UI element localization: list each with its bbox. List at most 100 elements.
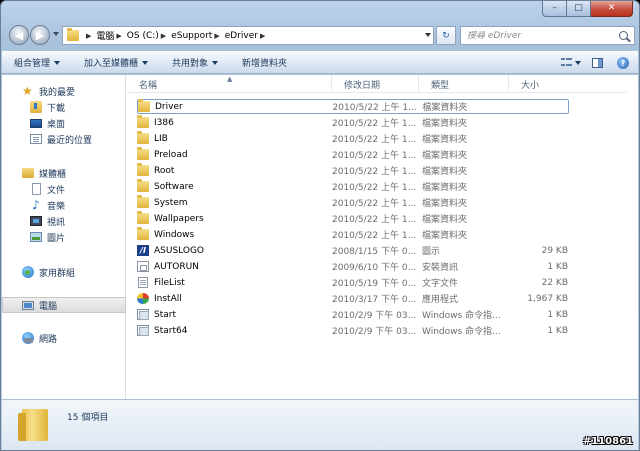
folder-icon — [137, 195, 149, 208]
file-name: InstAll — [154, 293, 182, 304]
back-button[interactable]: ◀ — [9, 25, 29, 45]
help-button[interactable]: ? — [614, 55, 632, 71]
picture-icon — [30, 232, 42, 242]
search-icon[interactable] — [619, 31, 628, 40]
breadcrumb-item-edriver[interactable]: eDriver — [225, 31, 258, 41]
column-name[interactable]: 名稱 ▲ — [127, 75, 332, 93]
table-row[interactable]: Root 2010/5/22 上午 1... 檔案資料夾 — [137, 163, 569, 178]
file-date: 2010/2/9 下午 03... — [332, 311, 417, 321]
minimize-button[interactable]: – — [542, 1, 567, 17]
file-date: 2009/6/10 下午 0... — [332, 263, 417, 273]
column-date-label: 修改日期 — [344, 80, 381, 91]
table-row[interactable]: System 2010/5/22 上午 1... 檔案資料夾 — [137, 195, 569, 210]
file-name: ASUSLOGO — [154, 245, 205, 256]
sidebar-item-network[interactable]: 網路 — [2, 330, 126, 346]
file-date: 2010/3/17 下午 0... — [332, 295, 417, 305]
item-count: 15 個項目 — [67, 413, 109, 423]
file-name-cell: AUTORUN — [137, 261, 332, 272]
sidebar-item-recent-places[interactable]: 最近的位置 — [2, 131, 126, 147]
change-view-button[interactable] — [561, 55, 581, 71]
search-input[interactable] — [467, 30, 612, 41]
share-with-button[interactable]: 共用對象 — [172, 56, 219, 69]
file-name-cell: Start64 — [137, 325, 332, 336]
navigation-bar: ◀ ▶ ▶ 電腦 ▶ OS (C:) ▶ eSupport ▶ eDriver … — [7, 23, 635, 47]
sidebar-item-desktop[interactable]: 桌面 — [2, 115, 126, 131]
sidebar-item-homegroup[interactable]: 家用群組 — [2, 264, 126, 280]
sidebar-item-music[interactable]: ♪ 音樂 — [2, 197, 126, 213]
breadcrumb-chevron-icon[interactable]: ▶ — [214, 32, 219, 40]
file-name-cell: FileList — [137, 277, 332, 288]
new-folder-button[interactable]: 新增資料夾 — [242, 56, 287, 69]
back-arrow-icon: ◀ — [14, 28, 24, 42]
breadcrumb-chevron-icon[interactable]: ▶ — [161, 32, 166, 40]
breadcrumb-chevron-icon[interactable]: ▶ — [116, 32, 121, 40]
sidebar-item-label: 桌面 — [47, 119, 66, 130]
file-name-cell: Start — [137, 309, 332, 320]
breadcrumb-item-esupport[interactable]: eSupport — [171, 31, 212, 41]
column-size[interactable]: 大小 — [509, 75, 569, 93]
file-type: 檔案資料夾 — [422, 215, 468, 225]
address-dropdown-icon[interactable] — [425, 33, 431, 37]
forward-button[interactable]: ▶ — [30, 25, 50, 45]
sidebar-item-label: 媒體櫃 — [39, 169, 67, 180]
table-row[interactable]: Start64 2010/2/9 下午 03... Windows 命令指...… — [137, 323, 569, 338]
table-row[interactable]: Start 2010/2/9 下午 03... Windows 命令指... 1… — [137, 307, 569, 322]
breadcrumb-item-drive[interactable]: OS (C:) — [127, 31, 159, 41]
organize-button[interactable]: 組合管理 — [14, 56, 61, 69]
recent-pages-dropdown[interactable] — [53, 32, 59, 36]
minimize-icon: – — [552, 3, 557, 13]
refresh-button[interactable]: ↻ — [436, 26, 456, 45]
organize-label: 組合管理 — [14, 59, 51, 69]
breadcrumb-chevron-icon[interactable]: ▶ — [86, 32, 91, 40]
details-pane: 15 個項目 — [2, 399, 638, 450]
sidebar-item-computer[interactable]: 電腦 — [2, 297, 126, 313]
text-document-icon — [138, 277, 148, 288]
sidebar-item-videos[interactable]: 視訊 — [2, 213, 126, 229]
column-type[interactable]: 類型 — [419, 75, 509, 93]
maximize-button[interactable]: □ — [567, 1, 591, 17]
breadcrumb-item-computer[interactable]: 電腦 — [96, 29, 114, 42]
address-bar[interactable]: ▶ 電腦 ▶ OS (C:) ▶ eSupport ▶ eDriver ▶ — [62, 26, 434, 45]
file-date: 2010/5/22 上午 1... — [332, 119, 417, 129]
file-type: 檔案資料夾 — [422, 103, 468, 113]
table-row[interactable]: Driver 2010/5/22 上午 1... 檔案資料夾 — [137, 99, 569, 114]
table-row[interactable]: Software 2010/5/22 上午 1... 檔案資料夾 — [137, 179, 569, 194]
file-name: FileList — [154, 277, 185, 288]
column-date-modified[interactable]: 修改日期 — [332, 75, 419, 93]
file-list: 名稱 ▲ 修改日期 類型 大小 Driver 2010/5/22 上午 1...… — [127, 75, 627, 399]
forward-arrow-icon: ▶ — [35, 28, 45, 42]
sidebar-item-libraries[interactable]: 媒體櫃 — [2, 165, 126, 181]
table-row[interactable]: InstAll 2010/3/17 下午 0... 應用程式 1,967 KB — [137, 291, 569, 306]
file-type: 檔案資料夾 — [422, 119, 468, 129]
folder-icon — [137, 115, 149, 128]
file-name-cell: Root — [137, 163, 332, 176]
file-date: 2010/5/22 上午 1... — [332, 183, 417, 193]
table-row[interactable]: FileList 2010/5/19 下午 0... 文字文件 22 KB — [137, 275, 569, 290]
file-type: 檔案資料夾 — [422, 135, 468, 145]
table-row[interactable]: /I ASUSLOGO 2008/1/15 下午 0... 圖示 29 KB — [137, 243, 569, 258]
folder-icon — [138, 99, 150, 112]
command-bar: 組合管理 加入至媒體櫃 共用對象 新增資料夾 ? — [2, 51, 638, 74]
table-row[interactable]: Windows 2010/5/22 上午 1... 檔案資料夾 — [137, 227, 569, 242]
sidebar-item-downloads[interactable]: 下載 — [2, 99, 126, 115]
file-size: 1 KB — [547, 325, 568, 336]
desktop-icon — [30, 118, 42, 128]
installer-icon — [137, 293, 149, 304]
table-row[interactable]: LIB 2010/5/22 上午 1... 檔案資料夾 — [137, 131, 569, 146]
table-row[interactable]: AUTORUN 2009/6/10 下午 0... 安裝資訊 1 KB — [137, 259, 569, 274]
table-row[interactable]: Preload 2010/5/22 上午 1... 檔案資料夾 — [137, 147, 569, 162]
sidebar-item-label: 我的最愛 — [39, 87, 76, 98]
include-in-library-button[interactable]: 加入至媒體櫃 — [84, 56, 149, 69]
breadcrumb-chevron-icon[interactable]: ▶ — [260, 32, 265, 40]
sidebar-item-favorites[interactable]: ★ 我的最愛 — [2, 83, 126, 99]
file-type: 安裝資訊 — [422, 263, 459, 273]
chevron-down-icon — [54, 60, 61, 65]
sidebar-item-pictures[interactable]: 圖片 — [2, 229, 126, 245]
table-row[interactable]: Wallpapers 2010/5/22 上午 1... 檔案資料夾 — [137, 211, 569, 226]
table-row[interactable]: I386 2010/5/22 上午 1... 檔案資料夾 — [137, 115, 569, 130]
file-type: 文字文件 — [422, 279, 459, 289]
file-type: 檔案資料夾 — [422, 151, 468, 161]
preview-pane-button[interactable] — [588, 55, 606, 71]
sidebar-item-documents[interactable]: 文件 — [2, 181, 126, 197]
close-button[interactable]: ✕ — [591, 1, 633, 17]
